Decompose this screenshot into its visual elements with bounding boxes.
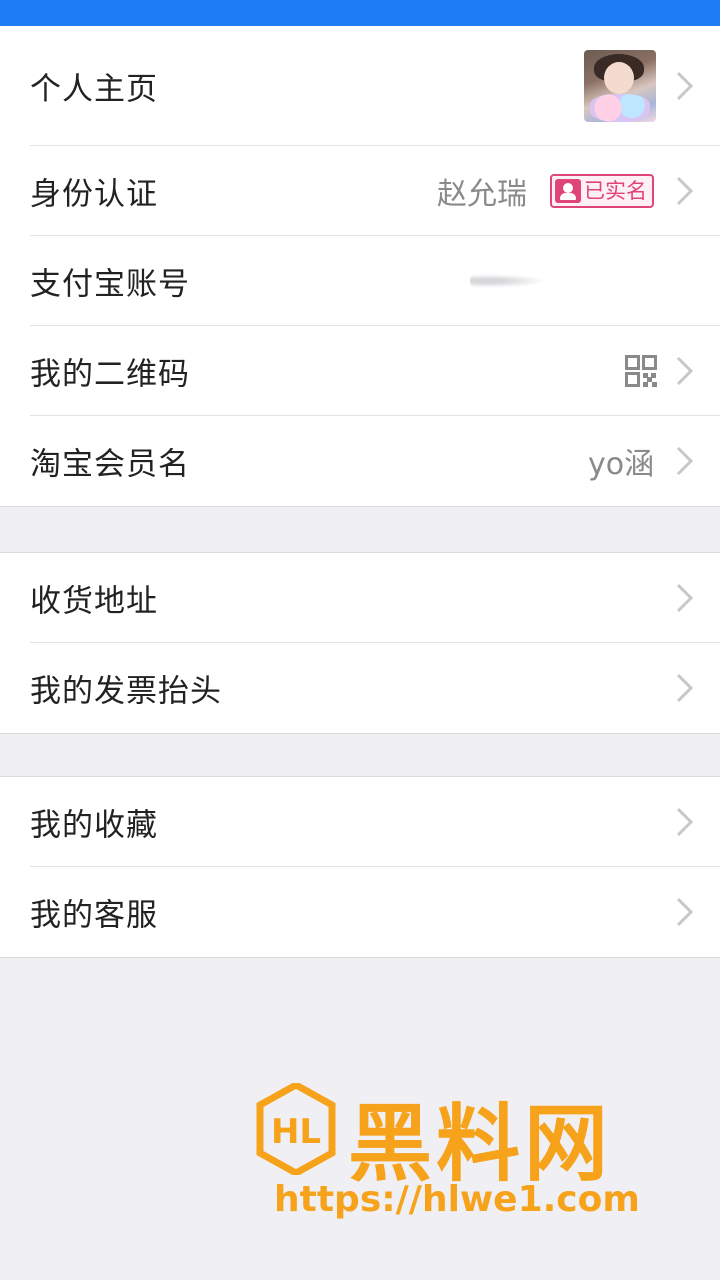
identity-verification-label: 身份认证 xyxy=(30,176,158,213)
customer-service-label: 我的客服 xyxy=(30,897,158,934)
chevron-right-icon xyxy=(676,583,694,613)
my-qr-code-row[interactable]: 我的二维码 xyxy=(0,326,720,416)
chevron-right-icon xyxy=(676,897,694,927)
shipping-address-label: 收货地址 xyxy=(30,583,158,620)
blurred-account-value xyxy=(470,269,590,293)
verified-badge-label: 已实名 xyxy=(584,179,647,203)
identity-verification-row[interactable]: 身份认证 赵允瑞 已实名 xyxy=(0,146,720,236)
my-favorites-row[interactable]: 我的收藏 xyxy=(0,777,720,867)
alipay-account-row[interactable]: 支付宝账号 xyxy=(0,236,720,326)
chevron-right-icon xyxy=(676,807,694,837)
watermark-url: https://hlwe1.com xyxy=(274,1179,640,1220)
person-icon xyxy=(555,179,581,203)
avatar[interactable] xyxy=(584,50,656,122)
taobao-member-name-value: yo涵 xyxy=(588,447,655,482)
svg-text:HL: HL xyxy=(271,1112,321,1152)
taobao-member-name-label: 淘宝会员名 xyxy=(30,446,190,483)
chevron-right-icon xyxy=(676,71,694,101)
profile-home-row[interactable]: 个人主页 xyxy=(0,26,720,146)
qr-code-icon xyxy=(625,355,657,387)
my-qr-code-label: 我的二维码 xyxy=(30,356,190,393)
chevron-right-icon xyxy=(676,673,694,703)
taobao-member-name-row[interactable]: 淘宝会员名 yo涵 xyxy=(0,416,720,506)
watermark: HL 黑料网 https://hlwe1.com xyxy=(256,1083,666,1243)
profile-home-label: 个人主页 xyxy=(30,71,158,108)
invoice-title-row[interactable]: 我的发票抬头 xyxy=(0,643,720,733)
chevron-right-icon xyxy=(676,356,694,386)
settings-group-favorites: 我的收藏 我的客服 xyxy=(0,776,720,958)
watermark-logo: HL xyxy=(256,1083,336,1175)
chevron-right-icon xyxy=(676,176,694,206)
invoice-title-label: 我的发票抬头 xyxy=(30,673,222,710)
real-name-value: 赵允瑞 xyxy=(437,177,527,212)
chevron-right-icon xyxy=(676,446,694,476)
alipay-account-label: 支付宝账号 xyxy=(30,266,190,303)
settings-group-profile: 个人主页 身份认证 赵允瑞 已实名 支付宝账号 我的二维码 淘宝会员名 yo涵 xyxy=(0,26,720,507)
shipping-address-row[interactable]: 收货地址 xyxy=(0,553,720,643)
verified-badge: 已实名 xyxy=(550,174,654,208)
my-favorites-label: 我的收藏 xyxy=(30,807,158,844)
customer-service-row[interactable]: 我的客服 xyxy=(0,867,720,957)
status-bar xyxy=(0,0,720,26)
settings-group-address: 收货地址 我的发票抬头 xyxy=(0,552,720,734)
